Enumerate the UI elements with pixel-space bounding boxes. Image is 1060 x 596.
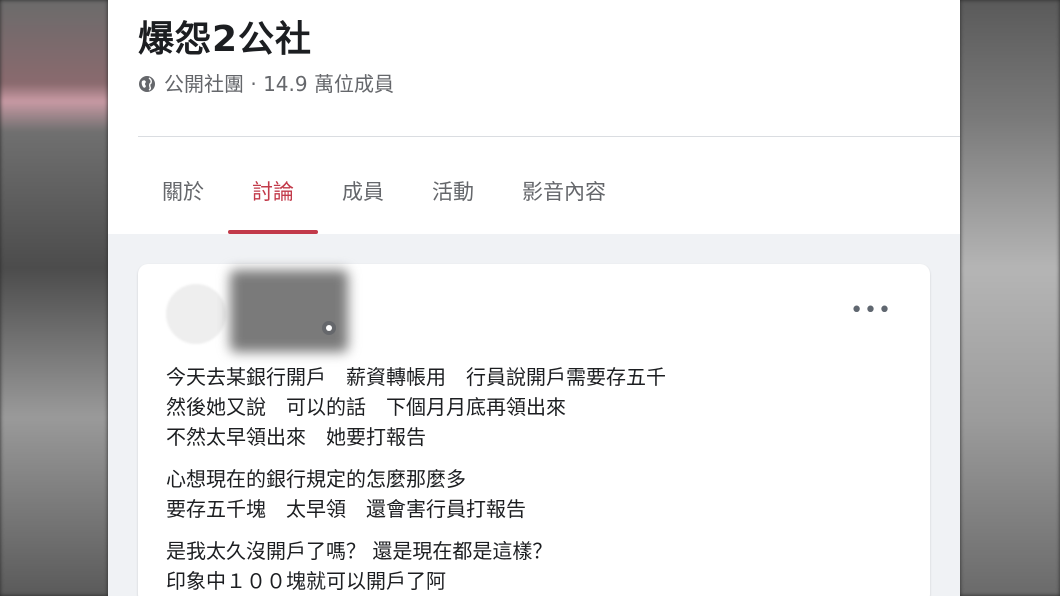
header-divider — [138, 136, 960, 137]
author-name-redacted — [230, 270, 348, 352]
group-meta-text: 公開社團 · 14.9 萬位成員 — [164, 72, 394, 96]
facebook-group-page: 爆怨2公社 公開社團 · 14.9 萬位成員 關於 討論 成員 活動 影音內容 — [108, 0, 960, 596]
tab-events[interactable]: 活動 — [408, 148, 498, 234]
post-line: 要存五千塊 太早領 還會害行員打報告 — [166, 497, 526, 521]
blurred-background-right — [960, 0, 1060, 596]
post-card: ••• 今天去某銀行開戶 薪資轉帳用 行員說開戶需要存五千 然後她又說 可以的話… — [138, 264, 930, 596]
group-tabs: 關於 討論 成員 活動 影音內容 — [138, 148, 630, 234]
post-line: 印象中１００塊就可以開戶了阿 — [166, 569, 446, 593]
post-line: 今天去某銀行開戶 薪資轉帳用 行員說開戶需要存五千 — [166, 365, 666, 389]
post-line: 是我太久沒開戶了嗎？ 還是現在都是這樣？ — [166, 539, 553, 563]
post-paragraph: 是我太久沒開戶了嗎？ 還是現在都是這樣？ 印象中１００塊就可以開戶了阿 — [166, 536, 906, 596]
group-meta: 公開社團 · 14.9 萬位成員 — [138, 68, 394, 97]
post-line: 然後她又說 可以的話 下個月月底再領出來 — [166, 395, 566, 419]
blurred-background-left — [0, 0, 108, 596]
post-line: 心想現在的銀行規定的怎麼那麼多 — [166, 467, 466, 491]
post-text: 今天去某銀行開戶 薪資轉帳用 行員說開戶需要存五千 然後她又說 可以的話 下個月… — [166, 362, 906, 596]
tab-members[interactable]: 成員 — [318, 148, 408, 234]
post-paragraph: 心想現在的銀行規定的怎麼那麼多 要存五千塊 太早領 還會害行員打報告 — [166, 464, 906, 524]
tab-discussion[interactable]: 討論 — [228, 148, 318, 234]
globe-icon — [321, 320, 337, 336]
group-header: 爆怨2公社 公開社團 · 14.9 萬位成員 關於 討論 成員 活動 影音內容 — [108, 0, 960, 234]
tab-about[interactable]: 關於 — [138, 148, 228, 234]
more-options-icon[interactable]: ••• — [850, 300, 892, 322]
post-line: 不然太早領出來 她要打報告 — [166, 425, 426, 449]
globe-icon — [138, 74, 156, 92]
group-title[interactable]: 爆怨2公社 — [138, 10, 312, 62]
post-paragraph: 今天去某銀行開戶 薪資轉帳用 行員說開戶需要存五千 然後她又說 可以的話 下個月… — [166, 362, 906, 452]
avatar[interactable] — [166, 284, 226, 344]
tab-media[interactable]: 影音內容 — [498, 148, 630, 234]
